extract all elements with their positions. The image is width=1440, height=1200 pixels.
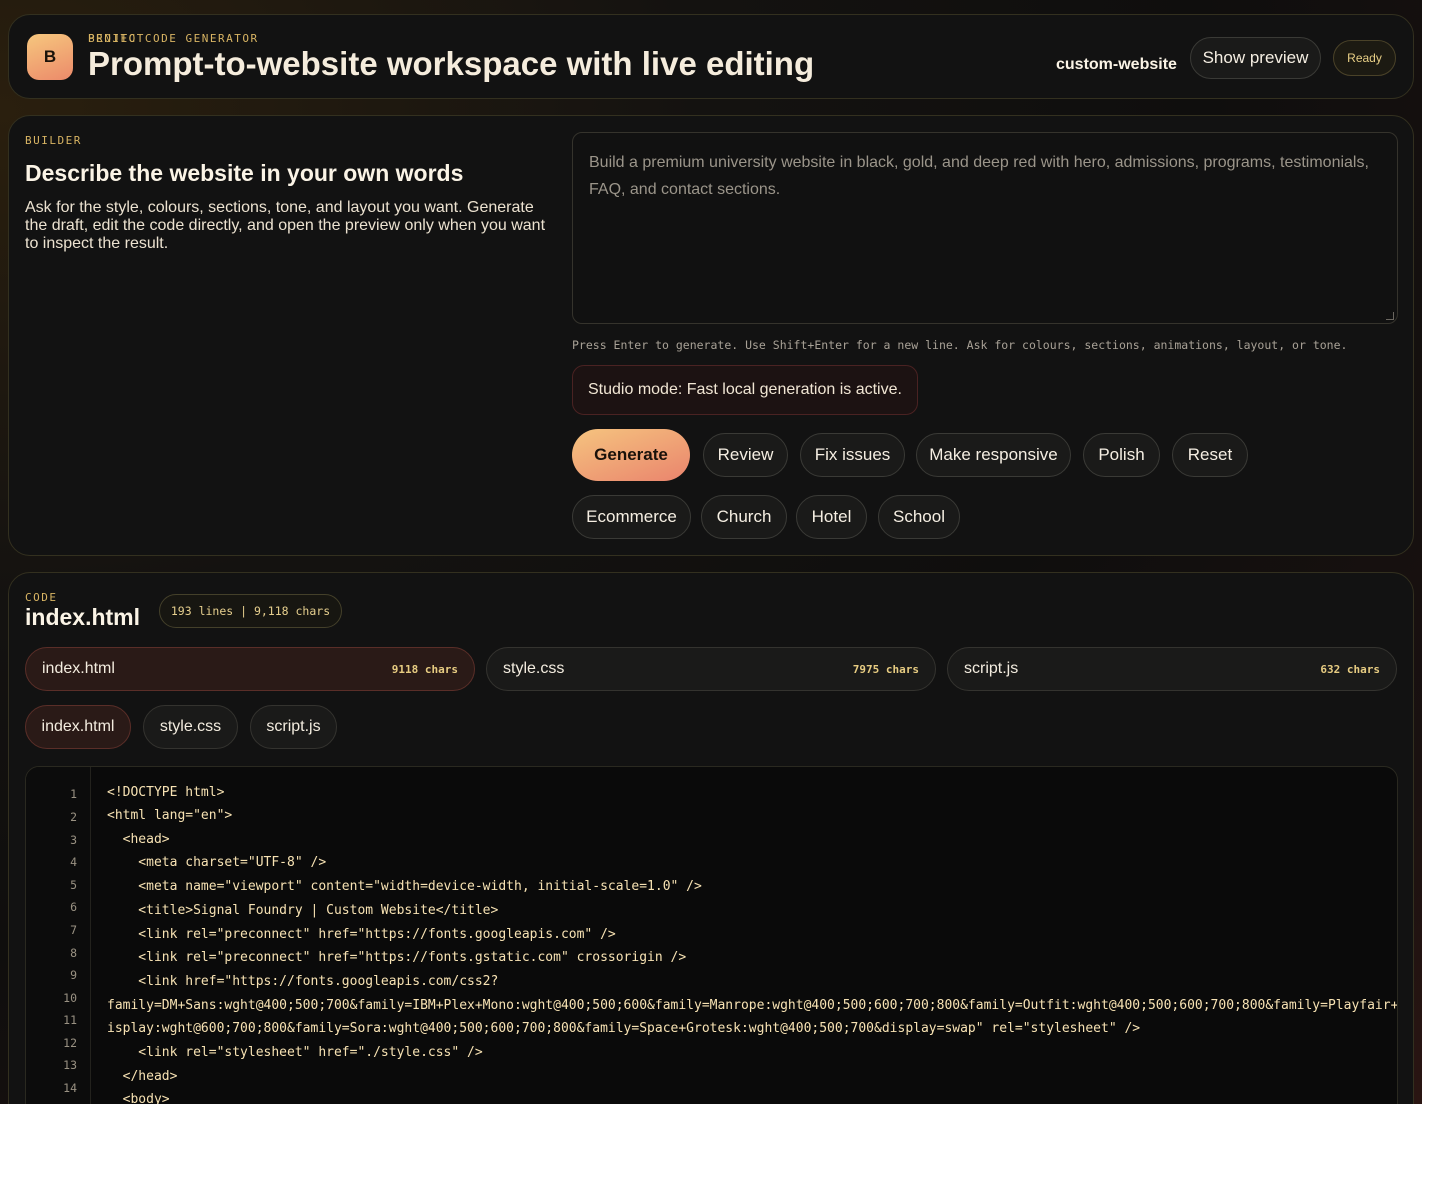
- project-label: PROJECT: [88, 32, 145, 45]
- line-number: 10: [63, 991, 77, 1005]
- resize-handle-icon[interactable]: [1386, 312, 1394, 320]
- template-ecommerce-button[interactable]: Ecommerce: [572, 495, 691, 539]
- code-line: <!DOCTYPE html>: [107, 785, 225, 800]
- file-card-name: index.html: [42, 660, 115, 677]
- line-number-gutter: 1 2 3 4 5 6 7 8 9 10 11 12 13 14: [26, 767, 91, 1104]
- code-filename: index.html: [25, 604, 141, 630]
- make-responsive-button[interactable]: Make responsive: [916, 433, 1071, 477]
- tab-index-html[interactable]: index.html: [25, 705, 131, 749]
- prompt-textarea[interactable]: Build a premium university website in bl…: [572, 132, 1398, 324]
- file-card-script-js[interactable]: script.js 632 chars: [947, 647, 1397, 691]
- code-stats-badge: 193 lines | 9,118 chars: [159, 594, 342, 628]
- line-number: 9: [70, 968, 77, 982]
- template-hotel-button[interactable]: Hotel: [796, 495, 867, 539]
- code-line: <link rel="preconnect" href="https://fon…: [107, 950, 687, 965]
- line-number: 11: [63, 1013, 77, 1027]
- prompt-hint: Press Enter to generate. Use Shift+Enter…: [572, 338, 1348, 352]
- show-preview-button[interactable]: Show preview: [1190, 37, 1321, 79]
- brand-logo: B: [27, 34, 73, 80]
- code-eyebrow: CODE: [25, 591, 58, 604]
- project-name: custom-website: [1056, 56, 1177, 73]
- file-card-name: style.css: [503, 660, 565, 677]
- file-card-index-html[interactable]: index.html 9118 chars: [25, 647, 475, 691]
- line-number: 8: [70, 946, 77, 960]
- code-line: isplay:wght@600;700;800&family=Sora:wght…: [107, 1021, 1141, 1036]
- code-line: <body>: [107, 1092, 170, 1104]
- app-background: B BENITO CODE GENERATOR Prompt-to-websit…: [0, 0, 1422, 1104]
- code-line: <meta name="viewport" content="width=dev…: [107, 879, 702, 894]
- code-line: <link rel="preconnect" href="https://fon…: [107, 927, 616, 942]
- page-title: Prompt-to-website workspace with live ed…: [88, 45, 815, 82]
- builder-title: Describe the website in your own words: [25, 160, 464, 186]
- line-number: 5: [70, 878, 77, 892]
- line-number: 13: [63, 1058, 77, 1072]
- code-line: family=DM+Sans:wght@400;500;700&family=I…: [107, 998, 1398, 1013]
- tab-script-js[interactable]: script.js: [250, 705, 337, 749]
- review-button[interactable]: Review: [703, 433, 788, 477]
- tab-style-css[interactable]: style.css: [143, 705, 238, 749]
- code-line: </head>: [107, 1069, 178, 1084]
- line-number: 3: [70, 833, 77, 847]
- builder-eyebrow: BUILDER: [25, 134, 82, 147]
- file-card-style-css[interactable]: style.css 7975 chars: [486, 647, 936, 691]
- line-number: 7: [70, 923, 77, 937]
- line-number: 6: [70, 900, 77, 914]
- builder-panel: BUILDER Describe the website in your own…: [8, 115, 1414, 556]
- fix-issues-button[interactable]: Fix issues: [800, 433, 905, 477]
- reset-button[interactable]: Reset: [1172, 433, 1248, 477]
- code-line: <meta charset="UTF-8" />: [107, 855, 327, 870]
- template-church-button[interactable]: Church: [701, 495, 787, 539]
- code-line: <html lang="en">: [107, 808, 233, 823]
- polish-button[interactable]: Polish: [1083, 433, 1160, 477]
- code-line: <link rel="stylesheet" href="./style.css…: [107, 1045, 483, 1060]
- status-badge: Ready: [1333, 40, 1396, 76]
- line-number: 2: [70, 810, 77, 824]
- line-number: 1: [70, 787, 77, 801]
- app-header: B BENITO CODE GENERATOR Prompt-to-websit…: [8, 14, 1414, 99]
- prompt-placeholder: Build a premium university website in bl…: [589, 154, 1369, 198]
- code-line: <title>Signal Foundry | Custom Website</…: [107, 903, 499, 918]
- line-number: 12: [63, 1036, 77, 1050]
- generate-button[interactable]: Generate: [572, 429, 690, 481]
- builder-description: Ask for the style, colours, sections, to…: [25, 199, 546, 252]
- file-card-size: 632 chars: [1320, 662, 1380, 676]
- file-card-size: 7975 chars: [852, 662, 919, 676]
- template-school-button[interactable]: School: [878, 495, 960, 539]
- file-card-size: 9118 chars: [391, 662, 458, 676]
- studio-mode-notice: Studio mode: Fast local generation is ac…: [572, 365, 918, 415]
- line-number: 4: [70, 855, 77, 869]
- code-line: <head>: [107, 832, 170, 847]
- code-editor[interactable]: 1 2 3 4 5 6 7 8 9 10 11 12 13 14 <!DOCTYPE html> <html…: [25, 766, 1398, 1104]
- code-line: <link href="https://fonts.googleapis.com…: [107, 974, 499, 989]
- code-panel: CODE index.html 193 lines | 9,118 chars …: [8, 572, 1414, 1104]
- file-card-name: script.js: [964, 660, 1019, 677]
- line-number: 14: [63, 1081, 77, 1095]
